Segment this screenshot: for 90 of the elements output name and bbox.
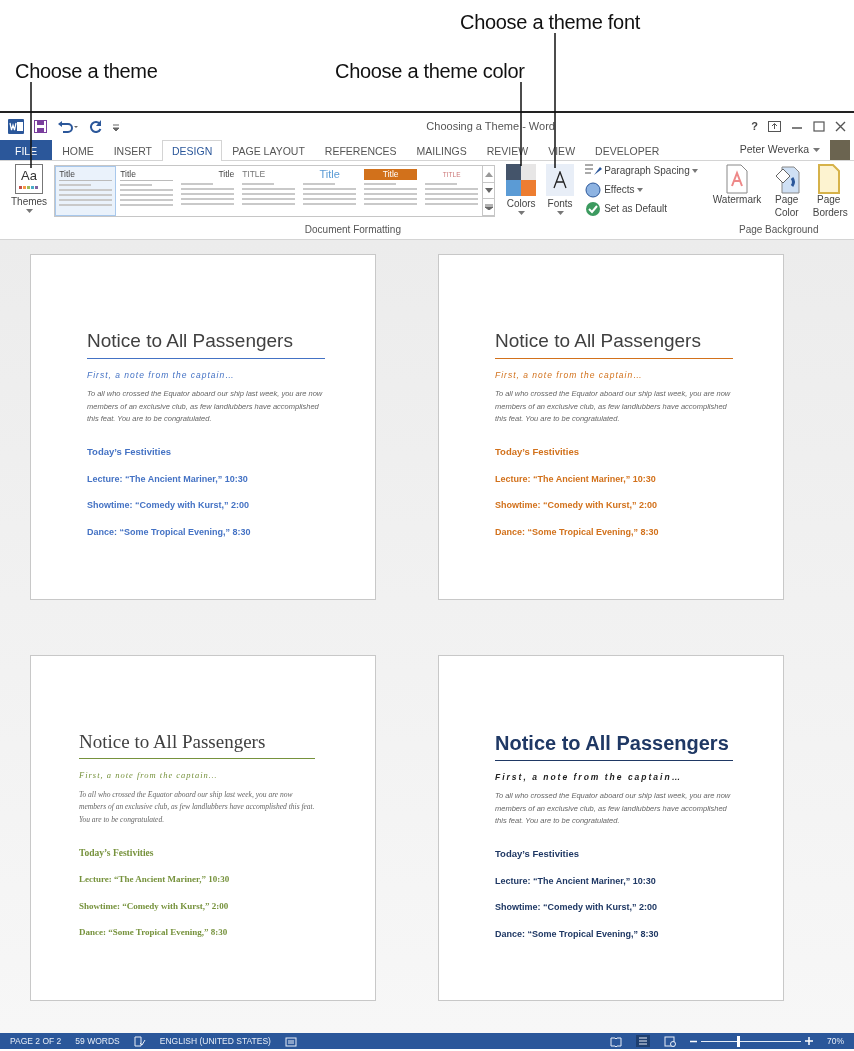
page-background-button[interactable]: Page Borders <box>809 161 848 219</box>
macro-record-icon[interactable] <box>284 1035 297 1047</box>
callout-label: Choose a theme font <box>460 10 640 35</box>
schedule-item: Dance: “Some Tropical Evening,” 8:30 <box>79 926 229 940</box>
caret-icon <box>691 168 698 173</box>
print-layout-icon[interactable] <box>636 1035 650 1047</box>
schedule-item: Showtime: “Comedy with Kurst,” 2:00 <box>79 899 230 913</box>
colors-button[interactable]: Colors <box>503 161 540 218</box>
maximize-icon[interactable] <box>813 121 825 132</box>
letter-a-drawing <box>553 171 568 189</box>
scroll-up-icon[interactable] <box>484 171 493 177</box>
ribbon-tab[interactable]: INSERT <box>103 140 162 160</box>
word-icon[interactable] <box>8 119 24 134</box>
small-ribbon-button[interactable]: Set as Default <box>585 199 698 218</box>
avatar-placeholder <box>830 140 850 160</box>
page-subtitle: First, a note from the captain… <box>79 769 219 782</box>
close-icon[interactable] <box>835 121 846 132</box>
effects-icon <box>585 181 603 198</box>
zoom-percent[interactable]: 70% <box>827 1034 844 1048</box>
fonts-button[interactable]: Fonts <box>543 161 578 218</box>
paint-bucket-page-icon <box>773 164 800 194</box>
page-title: Notice to All Passengers <box>79 727 315 759</box>
ribbon-tab[interactable]: REFERENCES <box>314 140 407 160</box>
schedule-item: Lecture: “The Ancient Mariner,” 10:30 <box>79 873 231 887</box>
page-background-button[interactable]: Watermark <box>709 161 764 219</box>
user-name[interactable]: Peter Weverka <box>739 142 809 158</box>
schedule-item: Showtime: “Comedy with Kurst,” 2:00 <box>495 901 659 915</box>
theme-thumbnail[interactable]: TITLE <box>238 166 300 216</box>
caret-icon[interactable] <box>25 209 33 214</box>
customize-icon[interactable] <box>112 121 120 132</box>
page-subtitle: First, a note from the captain… <box>87 368 236 382</box>
ribbon-tab[interactable]: DESIGN <box>162 140 223 161</box>
status-text[interactable]: PAGE 2 OF 2 <box>10 1034 62 1048</box>
small-ribbon-button[interactable]: Effects <box>585 180 698 199</box>
page-subtitle: First, a note from the captain… <box>495 368 644 382</box>
group-label: Page Background <box>738 223 820 237</box>
page-subtitle: First, a note from the captain… <box>495 770 684 784</box>
themes-icon[interactable]: Aa <box>15 164 44 194</box>
save-icon[interactable] <box>34 120 47 133</box>
schedule-item: Showtime: “Comedy with Kurst,” 2:00 <box>495 499 659 513</box>
small-ribbon-button[interactable]: Paragraph Spacing <box>585 161 698 180</box>
page-title: Notice to All Passengers <box>495 327 733 359</box>
window-title: Choosing a Theme - Word <box>425 119 556 135</box>
help-button[interactable]: ? <box>751 118 758 135</box>
restore-icon[interactable] <box>768 121 781 132</box>
scroll-down-icon[interactable] <box>484 187 493 194</box>
ribbon-tab[interactable]: DEVELOPER <box>585 140 670 160</box>
redo-icon[interactable] <box>89 120 102 133</box>
ribbon-tab[interactable]: MAILINGS <box>406 140 477 160</box>
more-icon[interactable] <box>484 204 493 211</box>
section-heading: Today’s Festivities <box>495 445 580 460</box>
schedule-item: Showtime: “Comedy with Kurst,” 2:00 <box>87 499 251 513</box>
schedule-item: Dance: “Some Tropical Evening,” 8:30 <box>495 525 660 539</box>
section-heading: Today’s Festivities <box>79 846 155 860</box>
theme-thumbnail[interactable]: Title <box>177 166 239 216</box>
theme-thumbnail[interactable]: Title <box>116 166 178 216</box>
color-palette-icon[interactable] <box>506 164 537 196</box>
caret-icon[interactable] <box>813 147 820 153</box>
status-text: ENGLISH (UNITED STATES) <box>159 1034 271 1048</box>
caret-icon[interactable] <box>556 211 564 216</box>
schedule-item: Dance: “Some Tropical Evening,” 8:30 <box>87 525 252 539</box>
document-letter-icon <box>723 164 750 194</box>
web-layout-icon[interactable] <box>664 1035 676 1047</box>
proofing-icon[interactable] <box>133 1035 146 1047</box>
slider-thumb[interactable] <box>737 1035 741 1047</box>
callout-label: Choose a theme color <box>335 59 525 84</box>
undo-icon[interactable] <box>57 120 79 133</box>
themes-button[interactable]: Aa Themes <box>8 161 51 218</box>
schedule-item: Lecture: “The Ancient Mariner,” 10:30 <box>495 472 657 486</box>
schedule-item: Lecture: “The Ancient Mariner,” 10:30 <box>495 874 657 888</box>
ribbon-tab[interactable]: FILE <box>0 140 53 160</box>
read-mode-icon[interactable] <box>610 1035 622 1047</box>
page-border-icon <box>815 164 842 194</box>
ribbon-tab[interactable]: PAGE LAYOUT <box>222 140 315 160</box>
group-label: Document Formatting <box>303 223 402 237</box>
callout-label: Choose a theme <box>15 59 158 84</box>
theme-thumbnail[interactable]: Title <box>55 166 117 216</box>
page-title: Notice to All Passengers <box>87 327 325 359</box>
caret-icon[interactable] <box>517 211 525 216</box>
schedule-item: Dance: “Some Tropical Evening,” 8:30 <box>495 927 660 941</box>
section-heading: Today’s Festivities <box>87 445 172 460</box>
check-circle-icon <box>585 200 603 217</box>
zoom-in-icon[interactable] <box>805 1037 813 1045</box>
status-text[interactable]: 59 WORDS <box>75 1034 120 1048</box>
section-heading: Today’s Festivities <box>495 847 580 862</box>
schedule-item: Lecture: “The Ancient Mariner,” 10:30 <box>87 472 249 486</box>
page-background-button[interactable]: Page Color <box>767 161 806 219</box>
page-title: Notice to All Passengers <box>495 727 733 761</box>
caret-icon <box>636 187 643 192</box>
ribbon-tab[interactable]: HOME <box>52 140 104 160</box>
